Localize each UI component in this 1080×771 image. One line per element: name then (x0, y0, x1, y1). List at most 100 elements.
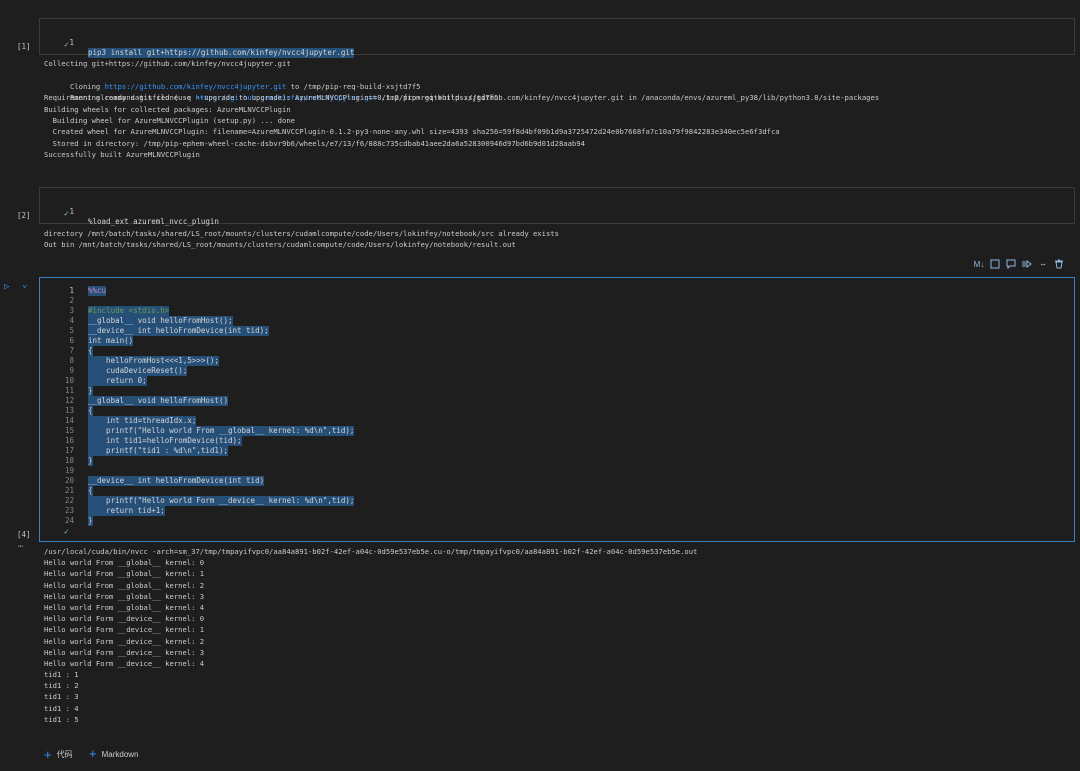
line-number: 15 (64, 426, 74, 435)
split-cell-icon[interactable] (989, 259, 1001, 271)
line-number: 3 (69, 306, 74, 315)
code-text: int tid1=helloFromDevice(tid); (88, 436, 242, 446)
output-line: Cloning https://github.com/kinfey/nvcc4j… (61, 81, 421, 91)
output-line: tid1 : 1 (44, 670, 79, 680)
output-line: tid1 : 5 (44, 714, 79, 724)
output-line: Hello world Form __device__ kernel: 0 (44, 614, 205, 624)
comment-icon[interactable] (1005, 259, 1017, 271)
run-cell-icon[interactable]: ▷ (4, 282, 9, 292)
code-line: 14 int tid=threadIdx.x; (40, 416, 1074, 426)
code-text: return tid+1; (88, 506, 165, 516)
line-number: 21 (64, 486, 74, 495)
output-line: tid1 : 4 (44, 703, 79, 713)
code-text: } (88, 516, 93, 526)
line-number: 22 (64, 496, 74, 505)
code-line: 1 pip3 install git+https://github.com/ki… (40, 28, 1074, 58)
code-cell-2[interactable]: 1 %load_ext azureml_nvcc_plugin (39, 187, 1075, 226)
code-text: __device__ int helloFromDevice(int tid) (88, 476, 265, 486)
code-text: printf("Hello world From __global__ kern… (88, 426, 355, 436)
code-line: 19 (40, 466, 1074, 476)
output-line: Hello world From __global__ kernel: 3 (44, 591, 205, 601)
code-line: 9 cudaDeviceReset(); (40, 366, 1074, 376)
code-line: 16 int tid1=helloFromDevice(tid); (40, 436, 1074, 446)
code-line: 2 (40, 296, 1074, 306)
line-number: 5 (69, 326, 74, 335)
line-number: 4 (69, 316, 74, 325)
chevron-down-icon[interactable]: ⌄ (22, 280, 27, 290)
output-line: Building wheels for collected packages: … (44, 104, 291, 114)
code-line: 15 printf("Hello world From __global__ k… (40, 426, 1074, 436)
line-number: 10 (64, 376, 74, 385)
line-number: 8 (69, 356, 74, 365)
code-text: helloFromHost<<<1,5>>>(); (88, 356, 219, 366)
line-number: 20 (64, 476, 74, 485)
code-line: 17 printf("tid1 : %d\n",tid1); (40, 446, 1074, 456)
line-number: 11 (64, 386, 74, 395)
code-line: 10 return 0; (40, 376, 1074, 386)
line-number: 7 (69, 346, 74, 355)
line-number: 18 (64, 456, 74, 465)
add-code-label: 代码 (56, 750, 73, 759)
line-number: 17 (64, 446, 74, 455)
execution-count: [4] (17, 530, 31, 539)
output-line: Created wheel for AzureMLNVCCPlugin: fil… (44, 127, 780, 137)
code-text: printf("Hello world Form __device__ kern… (88, 496, 355, 506)
output-line: Successfully built AzureMLNVCCPlugin (44, 150, 200, 160)
line-number: 9 (69, 366, 74, 375)
code-line: 23 return tid+1; (40, 506, 1074, 516)
code-text: __global__ void helloFromHost(); (88, 316, 233, 326)
output-line: tid1 : 3 (44, 692, 79, 702)
success-check-icon: ✓ (64, 527, 69, 536)
code-text: int main() (88, 336, 134, 346)
output-line: Hello world Form __device__ kernel: 3 (44, 647, 205, 657)
code-cell-3[interactable]: 1 %%cu 2 3 #include <stdio.h> 4 __global__ … (39, 277, 1075, 542)
code-text: #include <stdio.h> (88, 306, 170, 316)
execution-count: [2] (17, 211, 31, 220)
cell-toolbar: M↓ ⋯ (973, 259, 1065, 271)
code-cell-1[interactable]: 1 pip3 install git+https://github.com/ki… (39, 18, 1075, 58)
output-line: Hello world From __global__ kernel: 2 (44, 580, 205, 590)
line-number: 16 (64, 436, 74, 445)
code-text: int tid=threadIdx.x; (88, 416, 197, 426)
code-line: 12 __global__ void helloFromHost() (40, 396, 1074, 406)
output-line: Building wheel for AzureMLNVCCPlugin (se… (44, 115, 295, 125)
add-code-cell-button[interactable]: + 代码 (44, 746, 73, 762)
delete-icon[interactable] (1053, 259, 1065, 271)
success-check-icon: ✓ (64, 209, 69, 218)
output-line: Requirement already satisfied (use --upg… (44, 93, 880, 103)
output-line: /usr/local/cuda/bin/nvcc -arch=sm_37/tmp… (44, 547, 698, 556)
line-number: 24 (64, 516, 74, 525)
code-line: 20 __device__ int helloFromDevice(int tid… (40, 476, 1074, 486)
code-text: %load_ext azureml_nvcc_plugin (88, 217, 219, 226)
code-text: { (88, 406, 93, 416)
code-line: 8 helloFromHost<<<1,5>>>(); (40, 356, 1074, 366)
output-line: directory /mnt/batch/tasks/shared/LS_roo… (44, 229, 559, 238)
output-line: Hello world Form __device__ kernel: 1 (44, 625, 205, 635)
output-line: Out bin /mnt/batch/tasks/shared/LS_root/… (44, 240, 516, 250)
output-line: Hello world From __global__ kernel: 0 (44, 558, 205, 568)
line-number: 6 (69, 336, 74, 345)
output-more-icon[interactable]: ⋯ (18, 542, 23, 552)
line-number: 19 (64, 466, 74, 475)
code-text: return 0; (88, 376, 147, 386)
code-text: } (88, 386, 93, 396)
output-line: Stored in directory: /tmp/pip-ephem-whee… (44, 138, 585, 148)
line-number: 23 (64, 506, 74, 515)
cell-output-1: Collecting git+https://github.com/kinfey… (44, 58, 879, 161)
cell-output-2: directory /mnt/batch/tasks/shared/LS_roo… (44, 228, 559, 251)
plus-icon: + (89, 746, 97, 761)
execution-count: [1] (17, 42, 31, 51)
add-markdown-cell-button[interactable]: + Markdown (89, 746, 139, 761)
line-number: 14 (64, 416, 74, 425)
code-text: __device__ int helloFromDevice(int tid); (88, 326, 269, 336)
code-line: 4 __global__ void helloFromHost(); (40, 316, 1074, 326)
markdown-toggle-button[interactable]: M↓ (973, 259, 985, 271)
more-actions-icon[interactable]: ⋯ (1037, 259, 1049, 271)
plus-icon: + (44, 746, 52, 762)
output-line: tid1 : 2 (44, 681, 79, 691)
code-line: 3 #include <stdio.h> (40, 306, 1074, 316)
run-by-line-icon[interactable] (1021, 259, 1033, 271)
code-line: 5 __device__ int helloFromDevice(int tid)… (40, 326, 1074, 336)
code-text: cudaDeviceReset(); (88, 366, 188, 376)
output-line: Hello world Form __device__ kernel: 4 (44, 658, 205, 668)
